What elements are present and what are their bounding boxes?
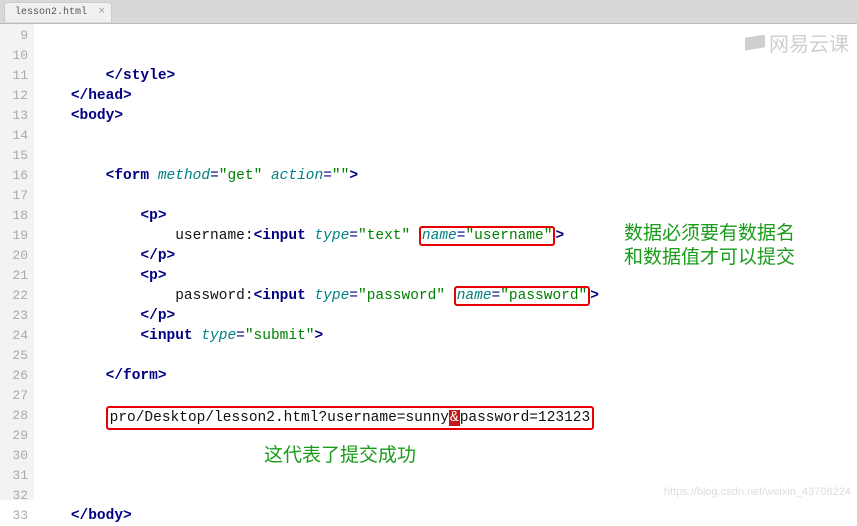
code-line: [36, 126, 857, 146]
book-icon: [745, 35, 765, 51]
editor: 9101112131415161718192021222324252627282…: [0, 24, 857, 500]
code-line: </style>: [36, 66, 857, 86]
code-line: [36, 466, 857, 486]
code-line: [36, 446, 857, 466]
file-tab[interactable]: lesson2.html: [4, 2, 112, 22]
code-line: [36, 146, 857, 166]
code-line: [36, 386, 857, 406]
code-line: [36, 186, 857, 206]
code-line: [36, 26, 857, 46]
tab-bar: lesson2.html: [0, 0, 857, 24]
code-line: </p>: [36, 306, 857, 326]
annotation-right-1: 数据必须要有数据名: [624, 224, 795, 244]
highlight-name-username: name="username": [419, 226, 556, 246]
watermark-logo: 网易云课: [745, 28, 849, 57]
code-area[interactable]: </style> </head> <body> <form method="ge…: [34, 24, 857, 500]
code-line: pro/Desktop/lesson2.html?username=sunny&…: [36, 406, 857, 426]
code-line: <p>: [36, 266, 857, 286]
ampersand-highlight: &: [449, 410, 460, 426]
code-line: <form method="get" action="">: [36, 166, 857, 186]
code-line: [36, 346, 857, 366]
line-number-gutter: 9101112131415161718192021222324252627282…: [0, 24, 34, 500]
annotation-right-2: 和数据值才可以提交: [624, 248, 795, 268]
code-line: <input type="submit">: [36, 326, 857, 346]
code-line: <body>: [36, 106, 857, 126]
highlight-result-url: pro/Desktop/lesson2.html?username=sunny&…: [106, 406, 595, 430]
code-line: [36, 46, 857, 66]
code-line: </head>: [36, 86, 857, 106]
code-line: </form>: [36, 366, 857, 386]
highlight-name-password: name="password": [454, 286, 591, 306]
annotation-bottom: 这代表了提交成功: [264, 446, 416, 466]
blog-watermark: https://blog.csdn.net/weixin_43706224: [664, 486, 851, 498]
code-line: password:<input type="password" name="pa…: [36, 286, 857, 306]
code-line: </body>: [36, 506, 857, 526]
